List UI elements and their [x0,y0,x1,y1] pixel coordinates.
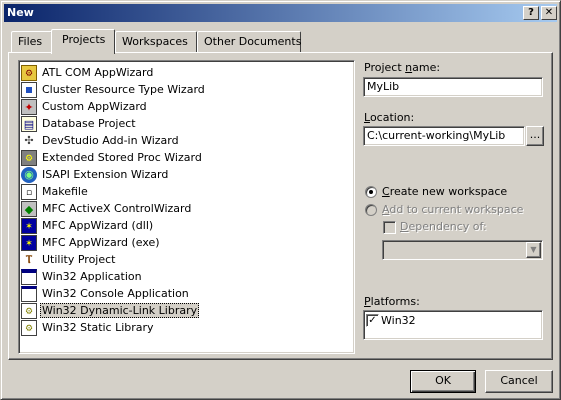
list-item-label: Win32 Console Application [42,287,189,300]
new-dialog: New ? ✕ Files Projects Workspaces Other … [0,0,561,400]
custom-wizard-icon: ✦ [21,98,37,115]
title-bar[interactable]: New ? ✕ [4,4,557,22]
help-button[interactable]: ? [523,6,539,20]
ok-button[interactable]: OK [410,370,476,393]
list-item[interactable]: ◆ MFC ActiveX ControlWizard [21,200,352,217]
list-item-label: Extended Stored Proc Wizard [42,151,202,164]
list-item[interactable]: ⚙ Win32 Static Library [21,319,352,336]
tab-projects[interactable]: Projects [51,29,115,54]
tab-other-documents-label: Other Documents [204,35,302,48]
tab-workspaces[interactable]: Workspaces [115,31,197,52]
window-title: New [7,6,34,19]
dependency-label: Dependency of: [400,220,487,233]
list-item[interactable]: ✦ Custom AppWizard [21,98,352,115]
list-item[interactable]: ✶ MFC AppWizard (dll) [21,217,352,234]
cluster-icon [21,81,37,98]
platforms-list[interactable]: ✓ Win32 [363,310,543,340]
add-to-current-workspace-radio[interactable] [365,204,377,216]
close-icon: ✕ [544,7,554,18]
list-item-label: MFC AppWizard (dll) [42,219,154,232]
dependency-checkbox[interactable] [383,221,396,234]
activex-icon: ◆ [21,200,37,217]
list-item-label: Makefile [42,185,88,198]
atl-icon: ⚙ [21,64,37,81]
list-item-label: Database Project [42,117,136,130]
list-item[interactable]: ⚙ Win32 Dynamic-Link Library [21,302,352,319]
addin-icon: ✣ [24,133,34,147]
makefile-icon: ▫ [21,183,37,200]
add-to-current-workspace-label: Add to current workspace [382,203,524,216]
list-item[interactable]: ✣ DevStudio Add-in Wizard [21,132,352,149]
list-item-label: Cluster Resource Type Wizard [42,83,205,96]
radio-dot [369,190,373,194]
dll-icon: ⚙ [21,302,37,319]
list-item-label: MFC ActiveX ControlWizard [42,202,192,215]
location-input[interactable]: C:\current-working\MyLib [363,126,525,146]
tab-files-label: Files [18,35,43,48]
list-item[interactable]: Cluster Resource Type Wizard [21,81,352,98]
list-item[interactable]: ⚙ ATL COM AppWizard [21,64,352,81]
list-item[interactable]: Win32 Console Application [21,285,352,302]
list-item-label: ISAPI Extension Wizard [42,168,169,181]
list-item-label: DevStudio Add-in Wizard [42,134,179,147]
list-item-label: Win32 Dynamic-Link Library [40,303,200,318]
create-new-workspace-label: Create new workspace [382,185,508,198]
tab-projects-label: Projects [62,33,106,46]
list-item-label: MFC AppWizard (exe) [42,236,160,249]
list-item[interactable]: Win32 Application [21,268,352,285]
dependency-dropdown[interactable]: ▼ [382,240,543,260]
close-button[interactable]: ✕ [541,6,557,20]
list-item-label: Custom AppWizard [42,100,147,113]
platforms-label: Platforms: [364,295,420,308]
list-item-label: Win32 Static Library [42,321,154,334]
tab-other-documents[interactable]: Other Documents [197,31,301,52]
list-item[interactable]: Ⲧ Utility Project [21,251,352,268]
list-item-label: Utility Project [42,253,116,266]
win32-platform-label: Win32 [381,314,416,327]
mfc-exe-icon: ✶ [21,234,37,251]
chevron-down-icon[interactable]: ▼ [526,242,541,258]
tab-files[interactable]: Files [11,31,52,52]
win32-platform-checkbox[interactable]: ✓ [366,314,379,327]
isapi-icon: ◉ [21,166,37,183]
browse-button[interactable]: ... [526,126,544,146]
cancel-button[interactable]: Cancel [485,370,553,393]
mfc-dll-icon: ✶ [21,217,37,234]
project-type-list[interactable]: ⚙ ATL COM AppWizard Cluster Resource Type… [18,60,355,354]
list-item[interactable]: ▤ Database Project [21,115,352,132]
list-item-label: ATL COM AppWizard [42,66,154,79]
list-item[interactable]: ⚙ Extended Stored Proc Wizard [21,149,352,166]
database-icon: ▤ [21,115,37,132]
stored-proc-icon: ⚙ [21,149,37,166]
list-item[interactable]: ✶ MFC AppWizard (exe) [21,234,352,251]
list-item-label: Win32 Application [42,270,142,283]
project-name-input[interactable]: MyLib [363,77,543,97]
project-name-label: Project name: [364,61,441,74]
list-item[interactable]: ▫ Makefile [21,183,352,200]
static-lib-icon: ⚙ [21,319,37,336]
win32-app-icon [21,268,37,285]
list-item[interactable]: ✓ Win32 [366,314,540,327]
utility-icon: Ⲧ [25,252,33,266]
list-item[interactable]: ◉ ISAPI Extension Wizard [21,166,352,183]
create-new-workspace-radio[interactable] [365,186,377,198]
console-icon [21,285,37,302]
help-icon: ? [528,7,534,18]
tab-workspaces-label: Workspaces [122,35,188,48]
location-label: Location: [364,111,415,124]
